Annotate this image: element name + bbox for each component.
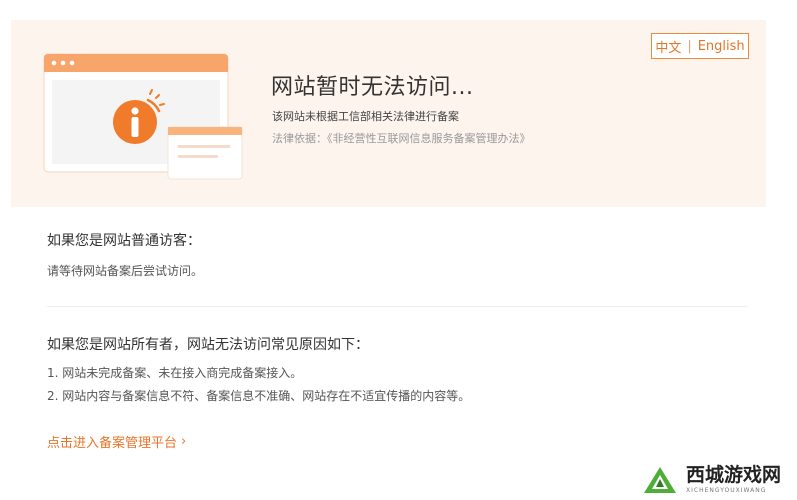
owner-heading: 如果您是网站所有者，网站无法访问常见原因如下：: [47, 337, 369, 353]
page-title: 网站暂时无法访问...: [271, 75, 474, 100]
visitor-heading: 如果您是网站普通访客：: [47, 233, 201, 249]
chevron-right-icon: ›: [181, 434, 187, 449]
legal-basis: 法律依据：《非经营性互联网信息服务备案管理办法》: [272, 132, 531, 145]
watermark-subtext: XICHENGYOUXIWANG: [686, 487, 767, 494]
reason-item: 1. 网站未完成备案、未在接入商完成备案接入。: [47, 366, 303, 380]
visitor-text: 请等待网站备案后尝试访问。: [47, 264, 204, 278]
filing-platform-link[interactable]: 点击进入备案管理平台 ›: [47, 432, 186, 451]
lang-en-button[interactable]: English: [698, 39, 745, 54]
reason-item: 2. 网站内容与备案信息不符、备案信息不准确、网站存在不适宜传播的内容等。: [47, 389, 471, 403]
language-switch: 中文 | English: [651, 33, 749, 59]
leaf-logo-icon: [644, 467, 676, 493]
lang-zh-button[interactable]: 中文: [655, 37, 681, 56]
filing-platform-link-label: 点击进入备案管理平台: [47, 436, 178, 451]
lang-separator: |: [687, 38, 692, 54]
watermark-text: 西城游戏网: [686, 464, 782, 486]
browser-warning-illustration: [43, 53, 243, 180]
section-divider: [47, 306, 747, 307]
page-subtitle: 该网站未根据工信部相关法律进行备案: [272, 110, 459, 123]
watermark: 西城游戏网 XICHENGYOUXIWANG: [640, 460, 795, 500]
